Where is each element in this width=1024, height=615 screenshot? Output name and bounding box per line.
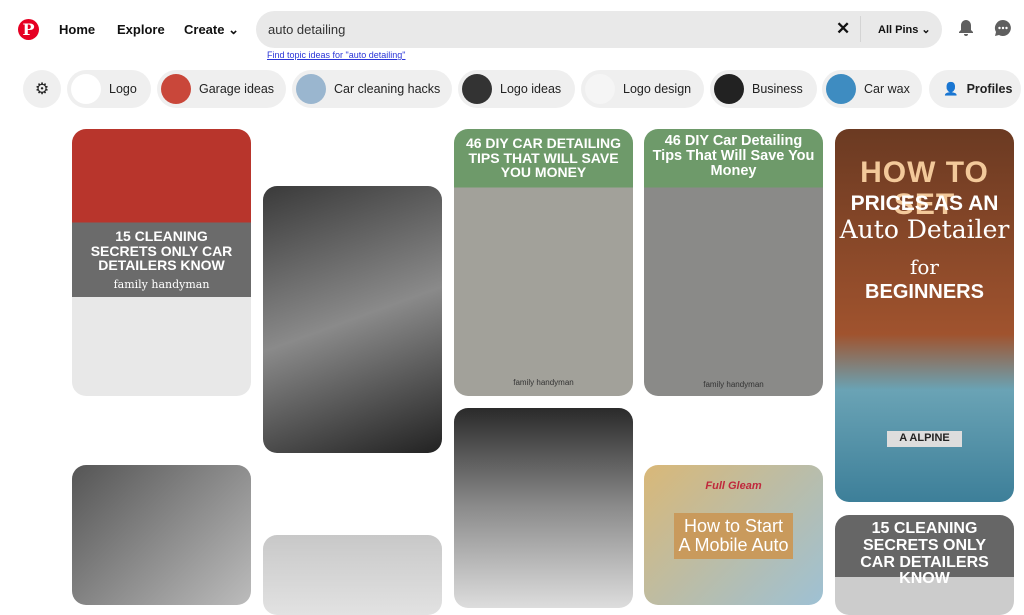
pin-card[interactable]: Full Gleam How to Start A Mobile Auto — [644, 465, 823, 605]
clear-search-icon[interactable]: ✕ — [836, 19, 850, 39]
filter-label: All Pins — [878, 24, 919, 36]
pinterest-logo[interactable]: P — [18, 19, 39, 40]
chip-logo-ideas[interactable]: Logo ideas — [458, 70, 575, 108]
chip-label: Logo ideas — [500, 82, 562, 96]
chip-thumbnail — [296, 74, 326, 104]
chip-label: Garage ideas — [199, 82, 275, 96]
pin-card[interactable] — [454, 408, 633, 608]
chip-label: Logo — [109, 82, 137, 96]
pin-title: 15 CLEANING SECRETS ONLY CAR DETAILERS K… — [90, 228, 233, 274]
pin-title-line: BEGINNERS — [865, 281, 984, 303]
pin-title-line: for — [909, 255, 939, 279]
pin-brand: family handyman — [113, 278, 210, 291]
pin-title: How to Start A Mobile Auto — [674, 513, 793, 559]
license-plate: A ALPINE — [887, 431, 962, 447]
pin-card[interactable]: 15 CLEANING SECRETS ONLY CAR DETAILERS K… — [835, 515, 1014, 615]
chip-thumbnail — [714, 74, 744, 104]
chip-thumbnail — [462, 74, 492, 104]
messages-icon[interactable] — [993, 18, 1013, 38]
pin-brand: family handyman — [513, 378, 574, 387]
search-filter-dropdown[interactable]: All Pins ⌄ — [878, 23, 931, 36]
nav-create-label: Create — [184, 22, 225, 37]
chip-car-wax[interactable]: Car wax — [822, 70, 922, 108]
pin-title-line: Auto Detailer — [839, 215, 1010, 244]
pin-card[interactable]: 46 DIY CAR DETAILING TIPS THAT WILL SAVE… — [454, 129, 633, 396]
pin-title: 15 CLEANING SECRETS ONLY CAR DETAILERS K… — [860, 520, 989, 588]
chip-label: Profiles — [966, 82, 1013, 96]
divider — [860, 16, 861, 42]
chip-thumbnail — [71, 74, 101, 104]
pin-title: 46 DIY Car Detailing Tips That Will Save… — [652, 133, 815, 180]
chevron-down-icon: ⌄ — [921, 24, 931, 36]
nav-home[interactable]: Home — [59, 22, 95, 37]
sliders-icon: ⚙ — [34, 81, 50, 98]
chip-profiles[interactable]: 👤 Profiles — [929, 70, 1021, 108]
chip-label: Car wax — [864, 82, 910, 96]
chip-logo[interactable]: Logo — [67, 70, 151, 108]
person-icon: 👤 — [943, 81, 959, 96]
chip-business[interactable]: Business — [710, 70, 817, 108]
chevron-down-icon: ⌄ — [228, 22, 239, 37]
chip-label: Car cleaning hacks — [334, 82, 441, 96]
topic-ideas-link[interactable]: Find topic ideas for "auto detailing" — [267, 50, 405, 60]
chip-car-cleaning-hacks[interactable]: Car cleaning hacks — [292, 70, 452, 108]
pin-card[interactable] — [72, 465, 251, 605]
pin-card[interactable] — [263, 186, 442, 453]
search-input[interactable] — [268, 11, 808, 48]
chip-label: Logo design — [623, 82, 692, 96]
chip-thumbnail — [585, 74, 615, 104]
nav-create[interactable]: Create ⌄ — [184, 22, 239, 38]
pin-card[interactable] — [263, 535, 442, 615]
pin-card[interactable]: 46 DIY Car Detailing Tips That Will Save… — [644, 129, 823, 396]
nav-explore[interactable]: Explore — [117, 22, 165, 37]
pin-card[interactable]: 15 CLEANING SECRETS ONLY CAR DETAILERS K… — [72, 129, 251, 396]
pin-title: 46 DIY CAR DETAILING TIPS THAT WILL SAVE… — [465, 135, 622, 181]
chip-thumbnail — [161, 74, 191, 104]
pin-brand: Full Gleam — [705, 480, 762, 492]
chip-garage-ideas[interactable]: Garage ideas — [157, 70, 286, 108]
pin-brand: family handyman — [703, 380, 764, 389]
pin-card[interactable]: HOW TO SET PRICES AS AN Auto Detailer fo… — [835, 129, 1014, 502]
chip-logo-design[interactable]: Logo design — [581, 70, 704, 108]
chip-label: Business — [752, 82, 803, 96]
filters-button[interactable]: ⚙ — [23, 70, 61, 108]
notifications-bell-icon[interactable] — [956, 18, 976, 38]
pin-title-line: PRICES AS AN — [850, 192, 999, 215]
chip-thumbnail — [826, 74, 856, 104]
